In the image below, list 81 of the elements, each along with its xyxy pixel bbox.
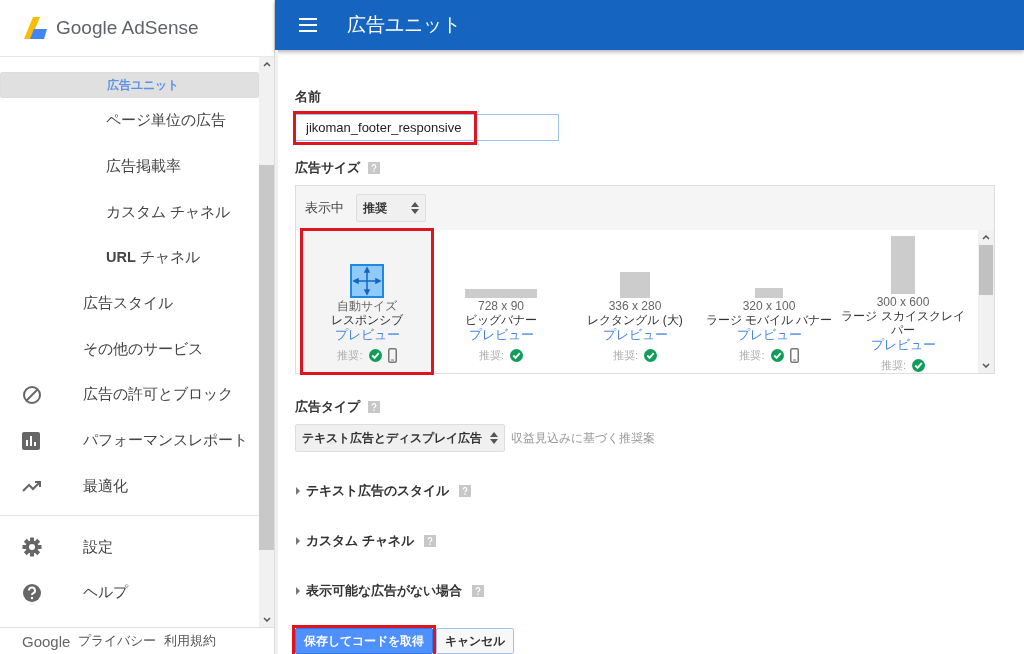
ad-size-text: 300 x 600 <box>876 296 930 309</box>
scroll-up-icon[interactable] <box>982 235 990 240</box>
scrollbar[interactable] <box>978 230 994 373</box>
trend-icon <box>22 480 42 493</box>
up-down-icon <box>411 202 419 214</box>
recommended-label: 推奨: <box>612 348 639 363</box>
ad-size-name: レクタングル (大) <box>587 313 683 327</box>
ad-size-thumbnail <box>891 236 915 294</box>
ad-size-name: ラージ モバイル バナー <box>705 313 833 327</box>
menu-icon[interactable] <box>299 18 317 32</box>
recommended-label: 推奨: <box>739 348 765 363</box>
nav-item[interactable]: その他のサービス <box>0 326 259 373</box>
nav-item[interactable]: パフォーマンスレポート <box>0 417 259 464</box>
check-icon <box>510 349 524 362</box>
footer-link[interactable]: 利用規約 <box>164 632 217 650</box>
help-icon[interactable] <box>368 401 380 413</box>
preview-link[interactable]: プレビュー <box>468 327 534 344</box>
cancel-button[interactable]: キャンセル <box>436 628 514 654</box>
section-label: 広告タイプ <box>295 398 360 416</box>
help-icon[interactable] <box>368 162 380 174</box>
recommended-label: 推奨: <box>337 348 363 363</box>
collapsible-section[interactable]: テキスト広告のスタイル <box>295 482 449 500</box>
ad-size-name: ラージ スカイスクレイパー <box>840 309 966 337</box>
help-icon[interactable] <box>459 485 471 497</box>
settings-icon <box>22 537 42 558</box>
check-icon <box>368 349 382 362</box>
filter-label: 表示中 <box>305 199 344 217</box>
nav-item[interactable]: 設定 <box>0 524 259 570</box>
brand-name: Google AdSense <box>56 17 199 39</box>
preview-link[interactable]: プレビュー <box>602 327 668 344</box>
nav-item[interactable]: カスタム チャネル <box>0 189 259 236</box>
block-icon <box>22 384 42 405</box>
ad-size-option[interactable]: 336 x 280 レクタングル (大) プレビュー 推奨: <box>570 230 700 373</box>
ad-size-option[interactable]: 320 x 100 ラージ モバイル バナー プレビュー 推奨: <box>704 230 834 373</box>
nav-item[interactable]: ページ単位の広告 <box>0 98 259 144</box>
ad-size-thumbnail <box>620 272 650 298</box>
help-icon[interactable] <box>423 535 436 547</box>
name-field[interactable]: jikoman_footer_responsive <box>295 114 559 141</box>
google-wordmark: Google <box>22 632 71 650</box>
up-down-icon <box>490 432 498 444</box>
ad-size-thumbnail <box>465 289 537 298</box>
preview-link[interactable]: プレビュー <box>870 337 936 354</box>
collapsible-section[interactable]: カスタム チャネル <box>295 532 414 550</box>
resize-arrows-icon <box>350 264 384 298</box>
nav-item[interactable]: ヘルプ <box>0 569 259 616</box>
nav-item[interactable]: 最適化 <box>0 463 259 510</box>
nav-item[interactable]: 広告スタイル <box>0 280 259 327</box>
ad-size-option[interactable]: 728 x 90 ビッグバナー プレビュー 推奨: <box>436 230 566 373</box>
recommended-label: 推奨: <box>478 348 505 363</box>
ad-size-text: 728 x 90 <box>477 300 524 313</box>
scrollbar[interactable] <box>259 57 274 627</box>
check-icon <box>770 349 784 362</box>
help-icon[interactable] <box>472 585 484 597</box>
ad-size-thumbnail <box>755 288 783 298</box>
scroll-down-icon[interactable] <box>982 363 990 368</box>
recommended-label: 推奨: <box>880 358 907 373</box>
ad-type-select[interactable]: テキスト広告とディスプレイ広告 <box>295 424 505 452</box>
ad-size-text: 336 x 280 <box>608 300 662 313</box>
collapsible-section[interactable]: 表示可能な広告がない場合 <box>295 582 462 600</box>
page-title: 広告ユニット <box>347 13 461 37</box>
ad-size-text: 自動サイズ <box>337 300 397 313</box>
preview-link[interactable]: プレビュー <box>736 327 802 344</box>
check-icon <box>644 349 658 362</box>
scroll-up-icon[interactable] <box>262 62 271 67</box>
ad-size-option[interactable]: 300 x 600 ラージ スカイスクレイパー プレビュー 推奨: <box>838 230 968 373</box>
adsense-logo-icon <box>24 17 50 39</box>
ad-size-name: ビッグバナー <box>465 313 537 327</box>
nav-item[interactable]: 広告掲載率 <box>0 143 259 190</box>
footer-link[interactable]: プライバシー <box>78 632 157 650</box>
bar-chart-icon <box>22 431 40 450</box>
nav-item[interactable]: URL チャネル <box>0 235 259 281</box>
ad-size-name: レスポンシブ <box>331 313 403 327</box>
scroll-down-icon[interactable] <box>262 617 271 622</box>
help-icon <box>22 582 42 603</box>
section-label: 広告サイズ <box>295 159 360 177</box>
filter-select[interactable]: 推奨 <box>356 194 426 222</box>
nav-item[interactable]: 広告の許可とブロック <box>0 372 259 418</box>
field-label: 名前 <box>295 88 322 106</box>
hint-text: 収益見込みに基づく推奨案 <box>511 429 655 447</box>
ad-size-option[interactable]: 自動サイズ レスポンシブ プレビュー 推奨: <box>302 230 432 373</box>
ad-size-text: 320 x 100 <box>742 300 796 313</box>
